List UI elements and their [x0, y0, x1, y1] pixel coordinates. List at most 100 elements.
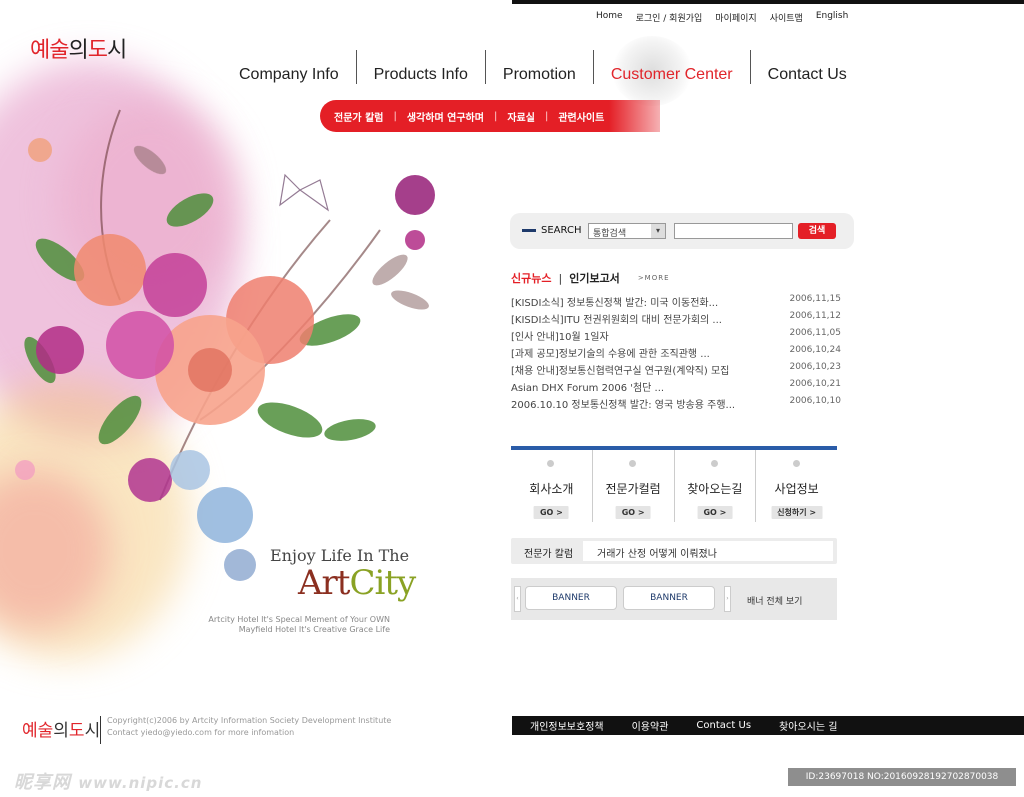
util-link-home[interactable]: Home: [596, 11, 623, 24]
footer-link-terms[interactable]: 이용약관: [632, 718, 669, 733]
util-link-mypage[interactable]: 마이페이지: [715, 11, 756, 24]
more-link[interactable]: >MORE: [638, 274, 670, 282]
search-label: SEARCH: [541, 225, 582, 236]
util-link-sitemap[interactable]: 사이트맵: [770, 11, 803, 24]
news-title: [과제 공모]정보기술의 수용에 관한 조직관행 ...: [511, 349, 710, 360]
logo-part: 의: [68, 38, 88, 63]
tab-new-news[interactable]: 신규뉴스: [511, 270, 551, 286]
nav-company-info[interactable]: Company Info: [222, 50, 356, 84]
subnav-expert-column[interactable]: 전문가 칼럼: [334, 109, 383, 124]
news-title: [인사 안내]10월 1일자: [511, 332, 609, 343]
logo-part: 도: [87, 38, 108, 63]
logo-part: 예술: [30, 38, 69, 63]
quick-menu: 회사소개 GO > 전문가컬럼 GO > 찾아오는길 GO > 사업정보 신청하…: [511, 446, 837, 522]
logo-part: 도: [68, 721, 85, 741]
news-title: [KISDI소식]ITU 전권위원회의 대비 전문가회의 ...: [511, 315, 722, 326]
bullet-icon: [792, 460, 800, 467]
quick-tile-label: 전문가컬럼: [605, 482, 661, 496]
chevron-right-icon[interactable]: ›: [724, 586, 731, 612]
go-button[interactable]: GO >: [533, 506, 569, 519]
hero-title: ArtCity: [298, 563, 416, 603]
news-date: 2006,11,12: [789, 311, 841, 321]
footer-link-contact[interactable]: Contact Us: [696, 720, 751, 731]
bullet-icon: [710, 460, 718, 467]
nav-customer-center[interactable]: Customer Center: [592, 36, 750, 106]
site-logo[interactable]: 예술의도시: [30, 32, 127, 64]
news-date: 2006,11,05: [789, 328, 841, 338]
quick-tile-label: 회사소개: [529, 482, 574, 496]
logo-part: 시: [106, 38, 127, 63]
main-nav: Company Info Products Info Promotion Cus…: [222, 36, 864, 106]
watermark-url: www.nipic.cn: [78, 774, 203, 792]
go-button[interactable]: GO >: [615, 506, 651, 519]
subnav-related-sites[interactable]: 관련사이트: [558, 109, 604, 124]
list-item[interactable]: [과제 공모]정보기술의 수용에 관한 조직관행 ... 2006,10,24: [511, 345, 841, 362]
sub-nav: 전문가 칼럼 | 생각하며 연구하며 | 자료실 | 관련사이트: [320, 100, 660, 132]
search-marker-icon: [522, 229, 536, 232]
nav-promotion[interactable]: Promotion: [484, 50, 593, 84]
subnav-separator: |: [493, 110, 498, 122]
footer-nav: 개인정보보호정책 이용약관 Contact Us 찾아오시는 길: [512, 716, 1024, 735]
search-scope-select[interactable]: 통합검색 ▾: [588, 223, 666, 239]
nav-products-info[interactable]: Products Info: [355, 50, 485, 84]
footer-link-privacy[interactable]: 개인정보보호정책: [530, 718, 604, 733]
util-link-login[interactable]: 로그인 / 회원가입: [636, 11, 703, 24]
nav-contact-us[interactable]: Contact Us: [749, 50, 864, 84]
banner-item[interactable]: BANNER: [623, 586, 715, 610]
news-title: 2006.10.10 정보통신정책 발간: 영국 방송용 주행...: [511, 400, 736, 411]
logo-part: 시: [84, 721, 101, 741]
tab-popular-reports[interactable]: 인기보고서: [569, 270, 620, 286]
subnav-research[interactable]: 생각하며 연구하며: [407, 109, 484, 124]
top-border: [512, 0, 1024, 4]
bullet-icon: [547, 460, 555, 467]
logo-part: 의: [53, 721, 69, 741]
view-all-banners-link[interactable]: 배너 전체 보기: [747, 594, 802, 607]
list-item[interactable]: [KISDI소식] 정보통신정책 발간: 미국 이동전화... 2006,11,1…: [511, 294, 841, 311]
search-bar: SEARCH 통합검색 ▾ 검색: [510, 213, 854, 249]
watermark-logo: 昵享网 www.nipic.cn: [14, 768, 202, 794]
news-date: 2006,10,23: [789, 362, 841, 372]
news-list: [KISDI소식] 정보통신정책 발간: 미국 이동전화... 2006,11,1…: [511, 294, 841, 413]
list-item[interactable]: [인사 안내]10월 1일자 2006,11,05: [511, 328, 841, 345]
tab-separator: |: [558, 271, 563, 285]
quick-tile-label: 찾아오는길: [687, 482, 743, 496]
list-item[interactable]: [채용 안내]정보통신협력연구실 연구원(계약직) 모집 2006,10,23: [511, 362, 841, 379]
banner-strip: ‹ BANNER BANNER › 배너 전체 보기: [511, 578, 837, 620]
search-button[interactable]: 검색: [798, 223, 836, 239]
expert-column-box: 전문가 칼럼 거래가 산정 어떻게 이뤄졌나: [511, 538, 837, 564]
bullet-icon: [629, 460, 637, 467]
news-date: 2006,10,24: [789, 345, 841, 355]
subnav-archive[interactable]: 자료실: [507, 109, 535, 124]
list-item[interactable]: 2006.10.10 정보통신정책 발간: 영국 방송용 주행... 2006,1…: [511, 396, 841, 413]
utility-links: Home 로그인 / 회원가입 마이페이지 사이트맵 English: [596, 11, 848, 24]
news-date: 2006,10,21: [789, 379, 841, 389]
copyright: Copyright(c)2006 by Artcity Information …: [107, 715, 391, 739]
news-tabs: 신규뉴스 | 인기보고서 >MORE: [511, 270, 670, 286]
quick-tile-expert-column: 전문가컬럼 GO >: [591, 450, 674, 522]
list-item[interactable]: Asian DHX Forum 2006 '첨단 ... 2006,10,21: [511, 379, 841, 396]
expert-column-label: 전문가 칼럼: [524, 549, 574, 560]
footer-link-directions[interactable]: 찾아오시는 길: [779, 718, 837, 733]
apply-button[interactable]: 신청하기 >: [771, 506, 823, 519]
footer-logo: 예술의도시: [22, 716, 100, 741]
list-item[interactable]: [KISDI소식]ITU 전권위원회의 대비 전문가회의 ... 2006,11,…: [511, 311, 841, 328]
watermark-id: ID:23697018 NO:20160928192702870038: [788, 768, 1016, 786]
quick-tile-business-info: 사업정보 신청하기 >: [755, 450, 837, 522]
expert-column-headline[interactable]: 거래가 산정 어떻게 이뤄졌나: [583, 541, 833, 561]
nav-customer-center-label: Customer Center: [610, 66, 733, 83]
footer-divider: [100, 716, 101, 744]
watermark-text: 昵享网: [14, 772, 71, 793]
news-date: 2006,10,10: [789, 396, 841, 406]
quick-tile-company: 회사소개 GO >: [511, 450, 592, 522]
hero-tagline: Artcity Hotel It's Specal Mement of Your…: [190, 615, 390, 635]
chevron-left-icon[interactable]: ‹: [514, 586, 521, 612]
util-link-english[interactable]: English: [816, 11, 849, 24]
go-button[interactable]: GO >: [697, 506, 733, 519]
hero-title-part: Art: [298, 563, 350, 603]
search-scope-value: 통합검색: [593, 229, 627, 239]
search-input[interactable]: [674, 223, 793, 239]
banner-item[interactable]: BANNER: [525, 586, 617, 610]
quick-tile-directions: 찾아오는길 GO >: [673, 450, 756, 522]
news-title: Asian DHX Forum 2006 '첨단 ...: [511, 383, 665, 394]
news-title: [채용 안내]정보통신협력연구실 연구원(계약직) 모집: [511, 366, 730, 377]
